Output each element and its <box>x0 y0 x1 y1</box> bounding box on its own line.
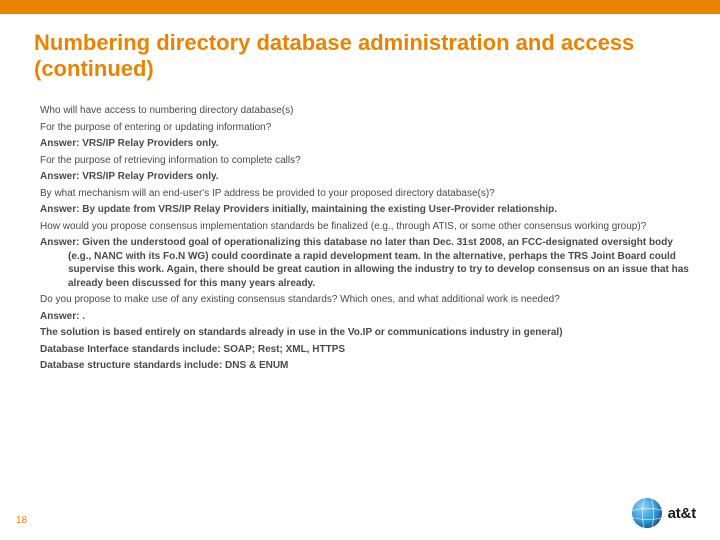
slide: Numbering directory database administrat… <box>0 0 720 540</box>
qa-line: For the purpose of entering or updating … <box>40 121 692 135</box>
qa-line: Who will have access to numbering direct… <box>40 104 692 118</box>
qa-line: How would you propose consensus implemen… <box>40 220 692 234</box>
logo-label: at&t <box>668 505 696 522</box>
qa-line: Answer: VRS/IP Relay Providers only. <box>40 170 692 184</box>
slide-title: Numbering directory database administrat… <box>34 30 690 83</box>
body-text: Who will have access to numbering direct… <box>40 104 692 376</box>
qa-line: The solution is based entirely on standa… <box>40 326 692 340</box>
logo-text: at&t <box>668 505 696 522</box>
att-logo: at&t <box>632 498 696 528</box>
qa-line: Do you propose to make use of any existi… <box>40 293 692 307</box>
qa-line: Answer: . <box>40 310 692 324</box>
qa-line: Database Interface standards include: SO… <box>40 343 692 357</box>
accent-bar <box>0 0 720 14</box>
qa-line: For the purpose of retrieving informatio… <box>40 154 692 168</box>
globe-icon <box>632 498 662 528</box>
page-number: 18 <box>16 515 27 526</box>
qa-line: Answer: Given the understood goal of ope… <box>40 236 692 290</box>
qa-line: By what mechanism will an end-user's IP … <box>40 187 692 201</box>
qa-line: Answer: VRS/IP Relay Providers only. <box>40 137 692 151</box>
qa-line: Answer: By update from VRS/IP Relay Prov… <box>40 203 692 217</box>
qa-line: Database structure standards include: DN… <box>40 359 692 373</box>
